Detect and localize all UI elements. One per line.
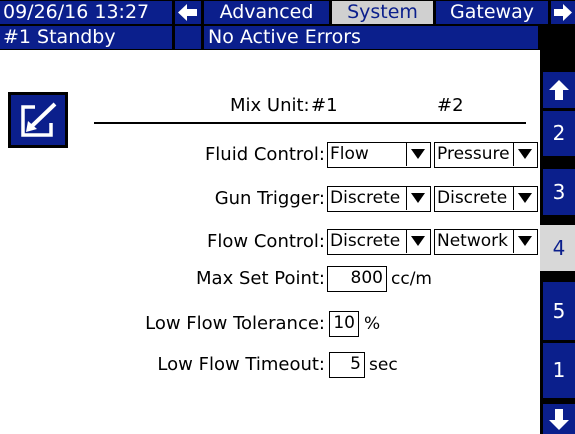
tab-system[interactable]: System: [332, 1, 433, 24]
low-flow-tolerance-input[interactable]: 10: [329, 311, 359, 337]
fluid-control-2-dropdown[interactable]: [513, 143, 537, 166]
top-bar: 09/26/16 13:27 Advanced System Gateway: [0, 0, 575, 25]
prev-tab-button[interactable]: [175, 1, 201, 24]
max-set-point-unit: cc/m: [391, 269, 432, 289]
status-bar: #1 Standby No Active Errors: [0, 25, 575, 50]
low-flow-timeout-input[interactable]: 5: [329, 352, 365, 378]
flow-control-1-value: Discrete: [330, 231, 401, 251]
header-divider: [94, 122, 526, 124]
fluid-control-1-select[interactable]: Flow: [327, 142, 431, 168]
fluid-control-1-value: Flow: [330, 144, 369, 164]
tab-advanced[interactable]: Advanced: [204, 1, 329, 24]
sidebar-tab-4[interactable]: 4: [540, 225, 575, 271]
arrow-right-icon: [554, 4, 572, 21]
low-flow-timeout-label: Low Flow Timeout:: [157, 354, 325, 375]
datetime: 09/26/16 13:27: [0, 1, 172, 24]
scroll-up-button[interactable]: [540, 72, 575, 108]
chevron-down-icon: [518, 193, 532, 203]
fluid-control-2-value: Pressure: [437, 144, 510, 164]
gun-trigger-1-select[interactable]: Discrete: [327, 186, 431, 212]
edit-button-face: [11, 95, 65, 145]
sidebar-tab-3[interactable]: 3: [540, 169, 575, 215]
unit-status: #1 Standby: [0, 26, 172, 49]
gun-trigger-2-value: Discrete: [437, 188, 508, 208]
arrow-left-icon: [178, 4, 197, 21]
edit-icon: [21, 102, 57, 137]
mix-unit-col1: #1: [311, 95, 338, 116]
flow-control-2-select[interactable]: Network: [434, 229, 538, 255]
sidebar-tab-label: 4: [552, 236, 566, 260]
edit-button[interactable]: [8, 92, 68, 148]
sidebar-tab-1[interactable]: 1: [540, 343, 575, 398]
max-set-point-label: Max Set Point:: [196, 268, 325, 289]
mix-unit-col2: #2: [437, 95, 464, 116]
gun-trigger-2-select[interactable]: Discrete: [434, 186, 538, 212]
low-flow-tolerance-label: Low Flow Tolerance:: [145, 313, 325, 334]
gun-trigger-1-dropdown[interactable]: [406, 187, 430, 210]
gun-trigger-2-dropdown[interactable]: [513, 187, 537, 210]
scroll-down-button[interactable]: [540, 404, 575, 434]
fluid-control-2-select[interactable]: Pressure: [434, 142, 538, 168]
chevron-down-icon: [518, 236, 532, 246]
low-flow-tolerance-unit: %: [364, 314, 381, 334]
max-set-point-input[interactable]: 800: [327, 266, 387, 292]
arrow-up-icon: [549, 80, 569, 100]
flow-control-2-dropdown[interactable]: [513, 230, 537, 253]
mix-unit-label: Mix Unit:: [230, 95, 310, 116]
status-indicator: [175, 26, 201, 49]
arrow-down-icon: [549, 409, 569, 430]
sidebar-tab-2[interactable]: 2: [540, 111, 575, 156]
sidebar-tab-label: 2: [552, 121, 566, 145]
flow-control-1-dropdown[interactable]: [406, 230, 430, 253]
gun-trigger-label: Gun Trigger:: [214, 188, 325, 209]
flow-control-label: Flow Control:: [207, 231, 325, 252]
chevron-down-icon: [411, 149, 425, 159]
flow-control-1-select[interactable]: Discrete: [327, 229, 431, 255]
sidebar-tab-label: 3: [552, 180, 566, 204]
error-status: No Active Errors: [204, 26, 538, 49]
next-tab-button[interactable]: [551, 1, 575, 24]
low-flow-timeout-unit: sec: [369, 355, 398, 375]
sidebar-tab-label: 5: [552, 299, 566, 323]
sidebar-tab-5[interactable]: 5: [540, 282, 575, 340]
fluid-control-label: Fluid Control:: [204, 144, 325, 165]
tab-gateway[interactable]: Gateway: [436, 1, 548, 24]
gun-trigger-1-value: Discrete: [330, 188, 401, 208]
flow-control-2-value: Network: [437, 231, 508, 251]
fluid-control-1-dropdown[interactable]: [406, 143, 430, 166]
chevron-down-icon: [411, 236, 425, 246]
chevron-down-icon: [411, 193, 425, 203]
sidebar-tab-label: 1: [552, 358, 566, 382]
chevron-down-icon: [518, 149, 532, 159]
